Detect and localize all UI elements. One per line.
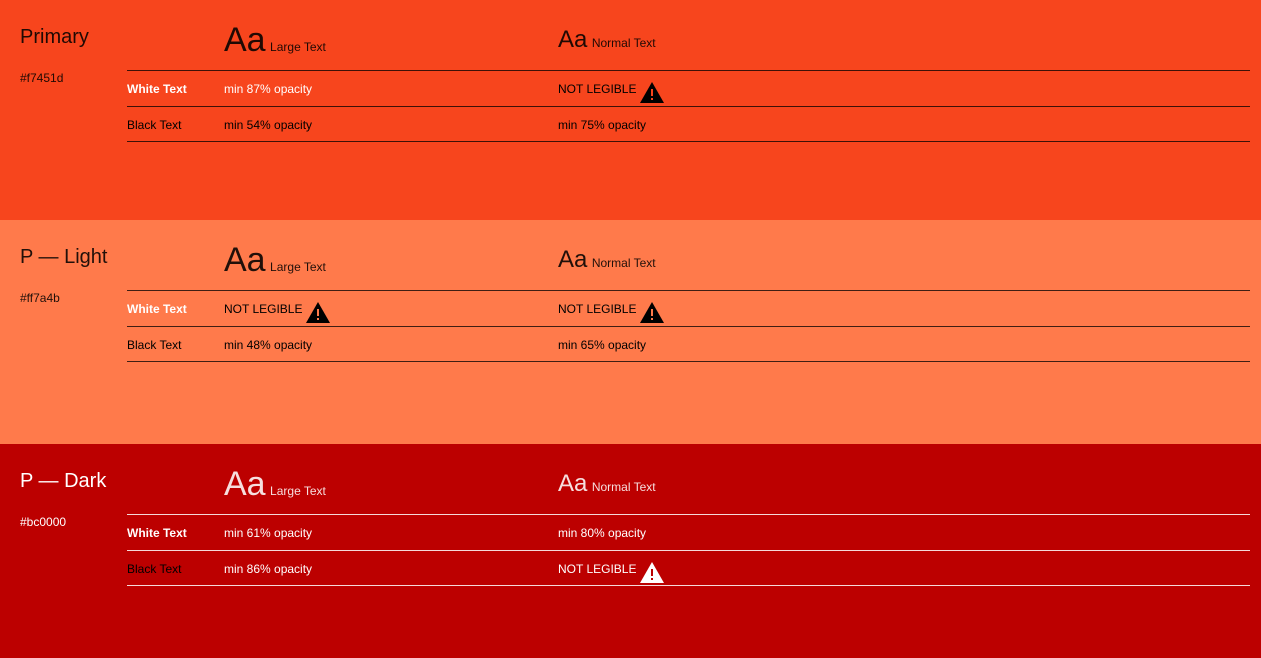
black-text-row: Black Text min 86% opacity NOT LEGIBLE [127,550,1250,586]
normal-text-opacity: NOT LEGIBLE [558,82,637,96]
warning-icon [640,562,664,583]
normal-text-label: Normal Text [591,36,656,50]
contrast-table: White Text NOT LEGIBLE NOT LEGIBLE Black… [127,290,1250,362]
contrast-table: White Text min 87% opacity NOT LEGIBLE B… [127,70,1250,142]
large-text-label: Large Text [270,40,326,54]
large-text-sample: Aa Large Text [224,240,326,280]
large-sample-glyph: Aa [224,241,266,279]
large-sample-glyph: Aa [224,21,266,59]
normal-text-sample: Aa Normal Text [558,464,656,504]
normal-text-opacity: min 80% opacity [558,526,647,540]
normal-text-opacity: NOT LEGIBLE [558,562,637,576]
large-text-label: Large Text [270,484,326,498]
large-text-opacity: min 86% opacity [224,562,313,576]
normal-text-opacity: min 65% opacity [558,338,647,352]
normal-text-label: Normal Text [591,256,656,270]
row-label: White Text [127,526,187,540]
warning-icon [640,302,664,323]
large-text-sample: Aa Large Text [224,464,326,504]
palette-section-light: P — Light #ff7a4b Aa Large Text Aa Norma… [0,220,1261,444]
color-name: Primary [20,26,89,48]
row-label: White Text [127,302,187,316]
row-label: Black Text [127,562,182,576]
color-hex: #ff7a4b [20,291,60,305]
warning-icon [306,302,330,323]
row-label: Black Text [127,338,182,352]
normal-sample-glyph: Aa [558,26,588,53]
normal-sample-glyph: Aa [558,470,588,497]
white-text-row: White Text NOT LEGIBLE NOT LEGIBLE [127,290,1250,326]
black-text-row: Black Text min 54% opacity min 75% opaci… [127,106,1250,142]
large-text-label: Large Text [270,260,326,274]
contrast-table: White Text min 61% opacity min 80% opaci… [127,514,1250,586]
large-text-opacity: min 87% opacity [224,82,313,96]
large-sample-glyph: Aa [224,465,266,503]
normal-text-sample: Aa Normal Text [558,20,656,60]
normal-text-label: Normal Text [591,480,656,494]
normal-text-opacity: NOT LEGIBLE [558,302,637,316]
palette-section-primary: Primary #f7451d Aa Large Text Aa Normal … [0,0,1261,220]
color-name: P — Dark [20,470,107,492]
large-text-opacity: NOT LEGIBLE [224,302,303,316]
normal-text-opacity: min 75% opacity [558,118,647,132]
white-text-row: White Text min 87% opacity NOT LEGIBLE [127,70,1250,106]
black-text-row: Black Text min 48% opacity min 65% opaci… [127,326,1250,362]
normal-sample-glyph: Aa [558,246,588,273]
large-text-sample: Aa Large Text [224,20,326,60]
warning-icon [640,82,664,103]
normal-text-sample: Aa Normal Text [558,240,656,280]
large-text-opacity: min 48% opacity [224,338,313,352]
large-text-opacity: min 61% opacity [224,526,313,540]
white-text-row: White Text min 61% opacity min 80% opaci… [127,514,1250,550]
color-hex: #bc0000 [20,515,67,529]
row-label: White Text [127,82,187,96]
color-hex: #f7451d [20,71,64,85]
palette-section-dark: P — Dark #bc0000 Aa Large Text Aa Normal… [0,444,1261,658]
color-name: P — Light [20,246,108,268]
large-text-opacity: min 54% opacity [224,118,313,132]
row-label: Black Text [127,118,182,132]
